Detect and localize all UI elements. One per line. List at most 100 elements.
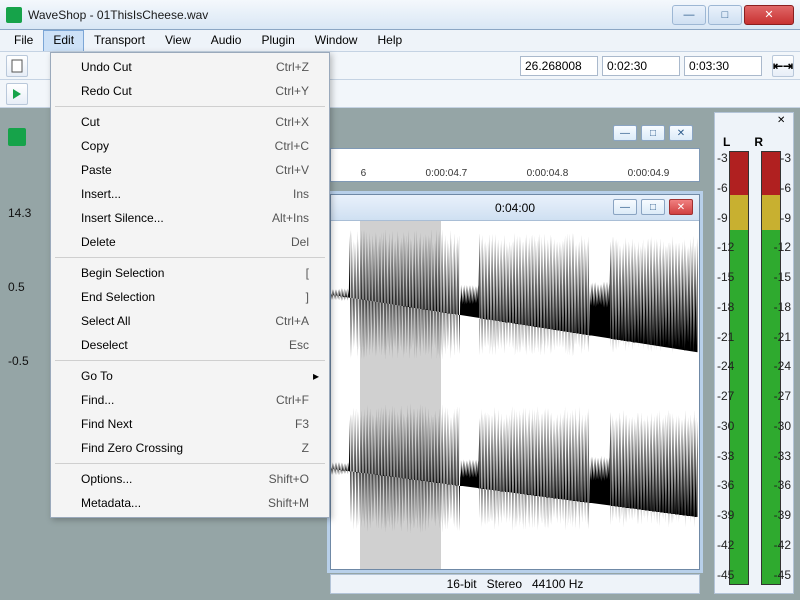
meter-tick: -27 <box>717 389 734 403</box>
play-button[interactable] <box>6 83 28 105</box>
status-rate: 44100 Hz <box>532 577 583 591</box>
time-ruler-outer[interactable]: — □ ✕ 6 0:00:04.7 0:00:04.8 0:00:04.9 <box>330 148 700 182</box>
menuitem-delete[interactable]: DeleteDel <box>53 230 327 254</box>
time-value-1: 26.268008 <box>525 59 582 73</box>
waveform-area[interactable] <box>331 221 699 569</box>
meter-tick: -18 <box>717 300 734 314</box>
meter-tick: -6 <box>717 181 728 195</box>
ruler-tick: 0:00:04.8 <box>527 168 569 179</box>
meter-label-R: R <box>754 135 763 149</box>
app-icon-small <box>8 128 26 146</box>
window-buttons: — □ ✕ <box>672 5 794 25</box>
menu-help[interactable]: Help <box>367 30 412 51</box>
time-field-3[interactable]: 0:03:30 <box>684 56 762 76</box>
menuitem-undo[interactable]: Undo CutCtrl+Z <box>53 55 327 79</box>
menu-plugin[interactable]: Plugin <box>251 30 304 51</box>
play-icon <box>12 89 22 99</box>
meter-tick: -39 <box>717 508 734 522</box>
meter-tick: -24 <box>774 359 791 373</box>
ruler-tick: 0:00:04.9 <box>628 168 670 179</box>
doc-maximize-button[interactable]: □ <box>641 125 665 141</box>
time-field-2[interactable]: 0:02:30 <box>602 56 680 76</box>
menu-separator <box>55 360 325 361</box>
inner-maximize-button[interactable]: □ <box>641 199 665 215</box>
waveform-time: 0:04:00 <box>495 201 535 215</box>
inner-window-buttons: — □ ✕ <box>613 199 693 215</box>
inner-minimize-button[interactable]: — <box>613 199 637 215</box>
status-bits: 16-bit <box>447 577 477 591</box>
meter-tick: -33 <box>774 449 791 463</box>
meter-label-L: L <box>723 135 730 149</box>
document-icon <box>11 59 23 73</box>
fit-button[interactable]: ⇤⇥ <box>772 55 794 77</box>
menu-edit[interactable]: Edit <box>43 30 84 51</box>
menuitem-end-selection[interactable]: End Selection] <box>53 285 327 309</box>
meter-tick: -9 <box>717 211 728 225</box>
meter-tick: -3 <box>780 151 791 165</box>
time-value-3: 0:03:30 <box>689 59 729 73</box>
app-icon <box>6 7 22 23</box>
menu-separator <box>55 463 325 464</box>
statusbar: 16-bit Stereo 44100 Hz <box>330 574 700 594</box>
menuitem-insert-silence[interactable]: Insert Silence...Alt+Ins <box>53 206 327 230</box>
maximize-button[interactable]: □ <box>708 5 742 25</box>
menuitem-cut[interactable]: CutCtrl+X <box>53 110 327 134</box>
meter-tick: -39 <box>774 508 791 522</box>
doc-window-buttons: — □ ✕ <box>613 125 693 141</box>
menuitem-redo[interactable]: Redo CutCtrl+Y <box>53 79 327 103</box>
meter-tick: -27 <box>774 389 791 403</box>
level-meter-panel: ✕ L R -3-3-6-6-9-9-12-12-15-15-18-18-21-… <box>714 112 794 594</box>
meter-tick: -15 <box>717 270 734 284</box>
meter-tick: -9 <box>780 211 791 225</box>
menu-transport[interactable]: Transport <box>84 30 155 51</box>
waveform-channel-left[interactable] <box>331 221 699 395</box>
titlebar: WaveShop - 01ThisIsCheese.wav — □ ✕ <box>0 0 800 30</box>
menuitem-find[interactable]: Find...Ctrl+F <box>53 388 327 412</box>
window-title: WaveShop - 01ThisIsCheese.wav <box>28 8 672 22</box>
menu-separator <box>55 257 325 258</box>
waveform-channel-right[interactable] <box>331 395 699 569</box>
menuitem-options[interactable]: Options...Shift+O <box>53 467 327 491</box>
menu-separator <box>55 106 325 107</box>
menuitem-paste[interactable]: PasteCtrl+V <box>53 158 327 182</box>
menu-window[interactable]: Window <box>305 30 368 51</box>
meter-tick: -42 <box>774 538 791 552</box>
menu-file[interactable]: File <box>4 30 43 51</box>
meter-tick: -45 <box>774 568 791 582</box>
minimize-button[interactable]: — <box>672 5 706 25</box>
meter-tick: -6 <box>780 181 791 195</box>
waveform-graphic <box>331 395 699 542</box>
doc-close-button[interactable]: ✕ <box>669 125 693 141</box>
menuitem-metadata[interactable]: Metadata...Shift+M <box>53 491 327 515</box>
menuitem-select-all[interactable]: Select AllCtrl+A <box>53 309 327 333</box>
meter-tick: -21 <box>774 330 791 344</box>
meter-tick: -15 <box>774 270 791 284</box>
menuitem-insert[interactable]: Insert...Ins <box>53 182 327 206</box>
waveform-titlebar[interactable]: 0:04:00 — □ ✕ <box>331 195 699 221</box>
menuitem-begin-selection[interactable]: Begin Selection[ <box>53 261 327 285</box>
doc-minimize-button[interactable]: — <box>613 125 637 141</box>
menuitem-find-zero[interactable]: Find Zero CrossingZ <box>53 436 327 460</box>
inner-close-button[interactable]: ✕ <box>669 199 693 215</box>
menu-view[interactable]: View <box>155 30 201 51</box>
menuitem-deselect[interactable]: DeselectEsc <box>53 333 327 357</box>
meter-tick: -12 <box>774 240 791 254</box>
meter-tick: -18 <box>774 300 791 314</box>
meter-ticks: -3-3-6-6-9-9-12-12-15-15-18-18-21-21-24-… <box>715 151 793 585</box>
new-file-button[interactable] <box>6 55 28 77</box>
meter-tick: -21 <box>717 330 734 344</box>
menuitem-goto[interactable]: Go To▸ <box>53 364 327 388</box>
waveform-window: 0:04:00 — □ ✕ <box>330 194 700 570</box>
submenu-arrow-icon: ▸ <box>313 369 319 383</box>
meter-tick: -3 <box>717 151 728 165</box>
edit-dropdown: Undo CutCtrl+Z Redo CutCtrl+Y CutCtrl+X … <box>50 52 330 518</box>
menuitem-copy[interactable]: CopyCtrl+C <box>53 134 327 158</box>
menuitem-find-next[interactable]: Find NextF3 <box>53 412 327 436</box>
menu-audio[interactable]: Audio <box>201 30 252 51</box>
time-field-1[interactable]: 26.268008 <box>520 56 598 76</box>
meter-tick: -45 <box>717 568 734 582</box>
close-button[interactable]: ✕ <box>744 5 794 25</box>
meter-close-button[interactable]: ✕ <box>777 115 791 129</box>
time-value-2: 0:02:30 <box>607 59 647 73</box>
ruler-tick: 6 <box>361 168 367 179</box>
